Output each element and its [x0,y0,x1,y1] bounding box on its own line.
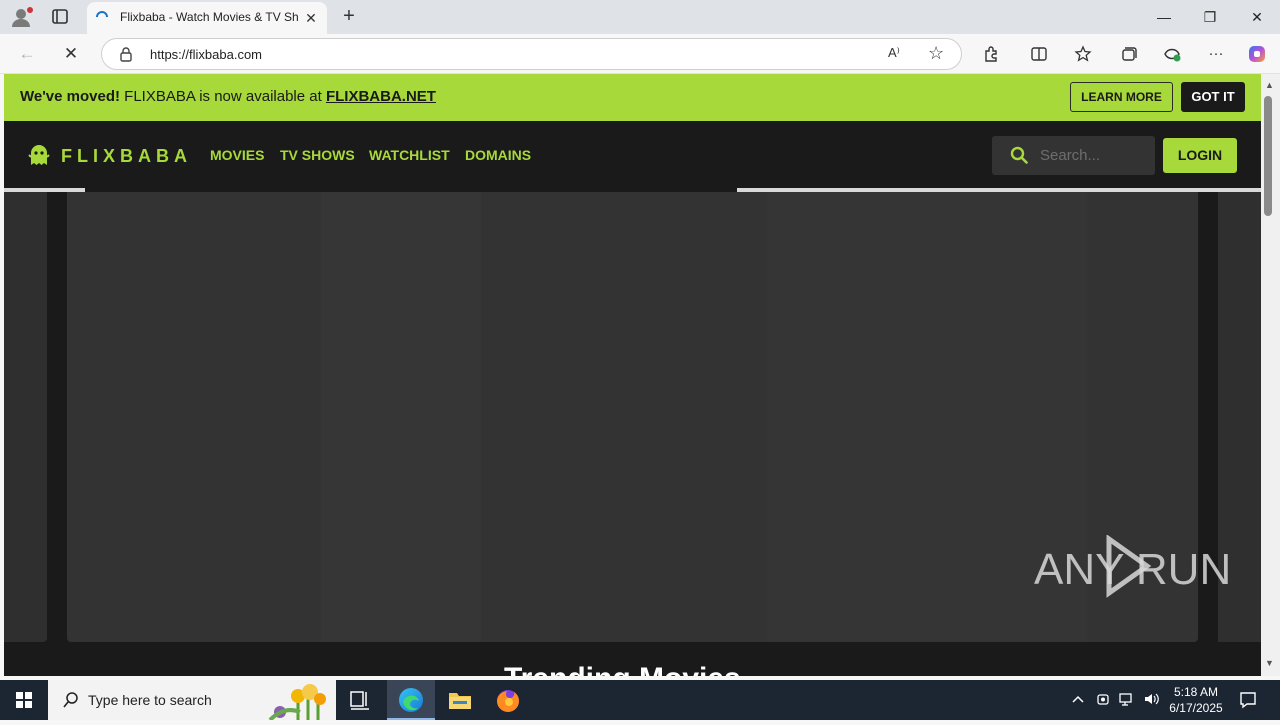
search-highlight-flowers-icon [268,682,334,722]
tab-strip: Flixbaba - Watch Movies & TV Shows ✕ + —… [0,0,1280,34]
nav-tv-shows[interactable]: TV SHOWS [280,147,355,163]
favorite-star-icon[interactable]: ☆ [928,43,944,64]
address-bar-row: ← ✕ https://flixbaba.com A⁾ ☆ ··· [0,34,1280,74]
carousel-prev-slide[interactable] [4,192,47,642]
nav-domains[interactable]: DOMAINS [465,147,531,163]
settings-more-icon[interactable]: ··· [1205,43,1227,65]
scroll-down-icon[interactable]: ▼ [1265,658,1274,668]
scroll-thumb[interactable] [1264,96,1272,216]
tab-title: Flixbaba - Watch Movies & TV Shows [120,10,298,24]
firefox-icon[interactable] [484,680,532,720]
search-icon [62,691,80,709]
collections-icon[interactable] [1117,43,1139,65]
profile-icon[interactable] [10,6,34,28]
close-window-button[interactable]: ✕ [1245,6,1269,28]
search-box[interactable]: Search... [992,136,1155,175]
banner-bold-text: We've moved! [20,88,120,105]
copilot-icon[interactable] [1246,43,1268,65]
banner-link[interactable]: FLIXBABA.NET [326,88,436,105]
minimize-button[interactable]: — [1152,6,1176,28]
page-scrollbar[interactable]: ▲ ▼ [1261,74,1280,676]
banner-message: We've moved! FLIXBABA is now available a… [20,88,436,105]
taskbar-search-input[interactable]: Type here to search [88,692,212,708]
volume-icon[interactable] [1143,692,1159,709]
url-text[interactable]: https://flixbaba.com [150,47,262,62]
anyrun-watermark-logo: ANY RUN [1034,534,1234,599]
lock-icon[interactable] [118,46,134,62]
svg-text:ANY RUN: ANY RUN [1034,545,1231,594]
back-button[interactable]: ← [16,43,38,65]
clock-time: 5:18 AM [1173,685,1219,699]
site-logo[interactable]: FLIXBABA [61,146,192,167]
favorites-icon[interactable] [1072,43,1094,65]
taskbar-search[interactable]: Type here to search [48,680,336,722]
file-explorer-icon[interactable] [436,680,484,720]
split-screen-icon[interactable] [1028,43,1050,65]
loading-spinner-icon [95,10,109,24]
moved-banner: We've moved! FLIXBABA is now available a… [4,74,1261,121]
nav-watchlist[interactable]: WATCHLIST [369,147,450,163]
learn-more-button[interactable]: LEARN MORE [1070,82,1173,112]
ghost-logo-icon[interactable] [28,143,50,167]
scroll-up-icon[interactable]: ▲ [1265,80,1274,90]
login-button[interactable]: LOGIN [1163,138,1237,173]
banner-text: FLIXBABA is now available at [120,88,326,105]
meet-now-icon[interactable] [1096,692,1110,709]
windows-start-icon[interactable] [0,680,48,720]
stop-loading-button[interactable]: ✕ [60,43,82,65]
browser-essentials-icon[interactable] [1161,43,1183,65]
tray-overflow-icon[interactable] [1071,692,1085,709]
search-input[interactable]: Search... [1040,147,1100,164]
url-bar[interactable]: https://flixbaba.com A⁾ ☆ [101,38,962,70]
tab-actions-icon[interactable] [48,6,72,28]
section-title: Trending Movies [504,662,741,676]
notifications-icon[interactable] [1238,690,1258,710]
carousel-slide-placeholder[interactable] [67,192,1198,642]
browser-tab-active[interactable]: Flixbaba - Watch Movies & TV Shows ✕ [87,2,327,34]
clock-date: 6/17/2025 [1169,701,1223,715]
new-tab-button[interactable]: + [338,5,360,27]
maximize-button[interactable]: ❐ [1198,6,1222,28]
extensions-icon[interactable] [980,43,1002,65]
tab-close-icon[interactable]: ✕ [303,10,319,26]
edge-taskbar-icon[interactable] [387,680,435,720]
nav-movies[interactable]: MOVIES [210,147,264,163]
read-aloud-icon[interactable]: A⁾ [888,45,900,61]
system-clock[interactable]: 5:18 AM 6/17/2025 [1160,684,1232,716]
network-icon[interactable] [1119,692,1135,709]
task-view-icon[interactable] [336,680,384,720]
search-icon [1010,146,1028,164]
windows-taskbar: Type here to search 5:18 AM 6/17/2025 [0,680,1280,722]
site-header: FLIXBABA MOVIES TV SHOWS WATCHLIST DOMAI… [4,121,1261,189]
got-it-button[interactable]: GOT IT [1181,82,1245,112]
